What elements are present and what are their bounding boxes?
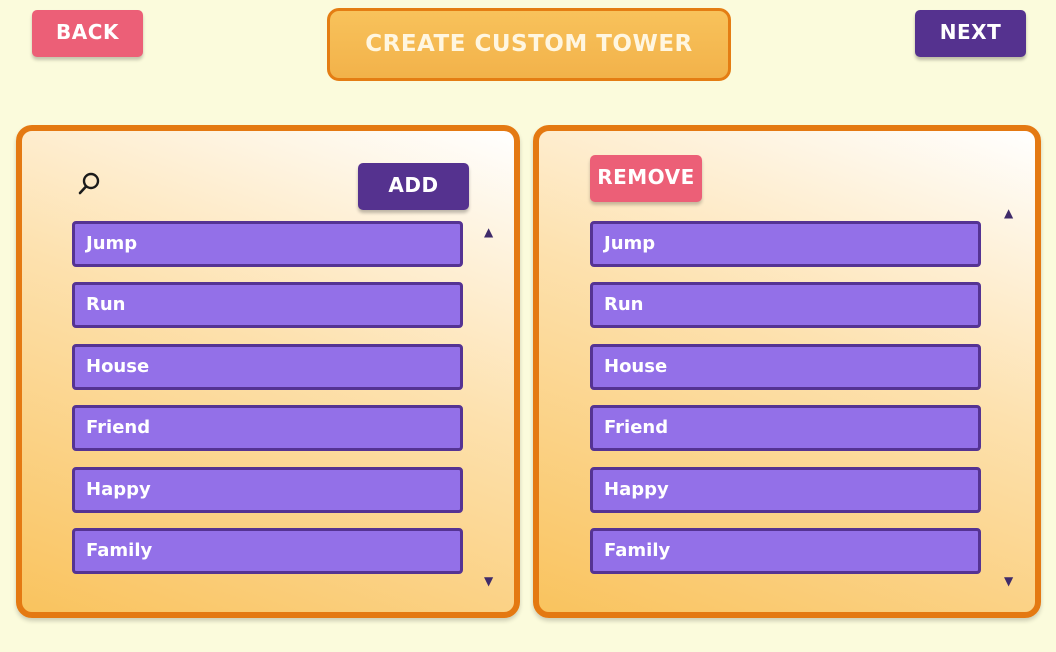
list-item[interactable]: Family xyxy=(72,527,463,574)
scroll-down-icon[interactable]: ▼ xyxy=(1004,575,1013,587)
list-item[interactable]: Happy xyxy=(72,466,463,513)
back-button[interactable]: BACK xyxy=(32,10,143,57)
page-title: CREATE CUSTOM TOWER xyxy=(327,8,731,81)
list-item[interactable]: Jump xyxy=(72,221,463,267)
scroll-down-icon[interactable]: ▼ xyxy=(484,575,493,587)
next-button[interactable]: NEXT xyxy=(915,10,1026,57)
remove-button[interactable]: REMOVE xyxy=(590,155,702,202)
tower-words-list: Jump Run House Friend Happy Family xyxy=(590,221,981,589)
scroll-up-icon[interactable]: ▲ xyxy=(1004,207,1013,219)
list-item[interactable]: Friend xyxy=(590,405,981,452)
list-item[interactable]: Family xyxy=(590,527,981,574)
tower-words-panel: REMOVE Jump Run House Friend Happy Famil… xyxy=(533,125,1041,618)
add-button[interactable]: ADD xyxy=(358,163,469,210)
list-item[interactable]: Jump xyxy=(590,221,981,267)
list-item[interactable]: House xyxy=(72,343,463,390)
scroll-up-icon[interactable]: ▲ xyxy=(484,226,493,238)
list-item[interactable]: Happy xyxy=(590,466,981,513)
list-item[interactable]: House xyxy=(590,343,981,390)
list-item[interactable]: Run xyxy=(590,282,981,329)
available-words-panel: ADD Jump Run House Friend Happy Family ▲… xyxy=(16,125,520,618)
search-icon[interactable] xyxy=(77,171,101,197)
list-item[interactable]: Run xyxy=(72,282,463,329)
list-item[interactable]: Friend xyxy=(72,405,463,452)
available-words-list: Jump Run House Friend Happy Family xyxy=(72,221,463,589)
